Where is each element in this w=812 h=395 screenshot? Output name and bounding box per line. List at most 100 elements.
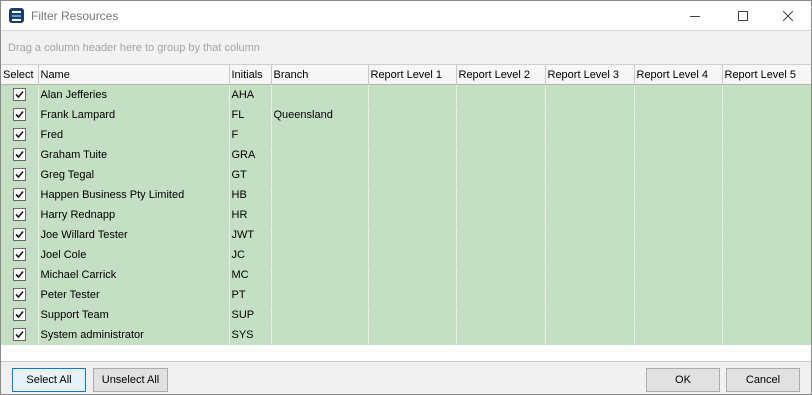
select-checkbox[interactable] [12, 267, 26, 281]
name-cell[interactable]: Fred [38, 124, 230, 145]
report-level-5-cell[interactable] [722, 284, 811, 305]
report-level-4-cell[interactable] [634, 164, 723, 185]
table-row[interactable]: Support Team SUP [1, 304, 811, 325]
column-header-report-level-3[interactable]: Report Level 3 [545, 65, 635, 85]
column-header-report-level-1[interactable]: Report Level 1 [368, 65, 457, 85]
report-level-4-cell[interactable] [634, 264, 723, 285]
column-header-report-level-2[interactable]: Report Level 2 [456, 65, 546, 85]
name-cell[interactable]: Happen Business Pty Limited [38, 184, 230, 205]
report-level-4-cell[interactable] [634, 104, 723, 125]
table-row[interactable]: Frank Lampard FL Queensland [1, 104, 811, 125]
table-row[interactable]: System administrator SYS [1, 324, 811, 345]
report-level-3-cell[interactable] [545, 184, 635, 205]
select-all-button[interactable]: Select All [12, 368, 86, 392]
select-checkbox[interactable] [12, 287, 26, 301]
report-level-2-cell[interactable] [456, 304, 546, 325]
branch-cell[interactable]: Queensland [271, 104, 369, 125]
select-checkbox[interactable] [12, 87, 26, 101]
report-level-3-cell[interactable] [545, 124, 635, 145]
initials-cell[interactable]: JWT [229, 224, 272, 245]
report-level-5-cell[interactable] [722, 144, 811, 165]
name-cell[interactable]: Graham Tuite [38, 144, 230, 165]
branch-cell[interactable] [271, 224, 369, 245]
select-checkbox[interactable] [12, 307, 26, 321]
select-checkbox[interactable] [12, 247, 26, 261]
branch-cell[interactable] [271, 204, 369, 225]
table-row[interactable]: Graham Tuite GRA [1, 144, 811, 165]
table-row[interactable]: Alan Jefferies AHA [1, 84, 811, 105]
report-level-4-cell[interactable] [634, 284, 723, 305]
report-level-1-cell[interactable] [368, 244, 457, 265]
branch-cell[interactable] [271, 164, 369, 185]
report-level-3-cell[interactable] [545, 104, 635, 125]
cancel-button[interactable]: Cancel [726, 368, 800, 392]
report-level-1-cell[interactable] [368, 284, 457, 305]
report-level-5-cell[interactable] [722, 164, 811, 185]
name-cell[interactable]: Michael Carrick [38, 264, 230, 285]
branch-cell[interactable] [271, 124, 369, 145]
report-level-2-cell[interactable] [456, 244, 546, 265]
report-level-3-cell[interactable] [545, 164, 635, 185]
name-cell[interactable]: Peter Tester [38, 284, 230, 305]
report-level-2-cell[interactable] [456, 224, 546, 245]
maximize-button[interactable] [720, 1, 766, 30]
report-level-3-cell[interactable] [545, 304, 635, 325]
table-row[interactable]: Michael Carrick MC [1, 264, 811, 285]
column-header-select[interactable]: Select [1, 65, 39, 85]
select-checkbox[interactable] [12, 207, 26, 221]
report-level-1-cell[interactable] [368, 204, 457, 225]
initials-cell[interactable]: PT [229, 284, 272, 305]
table-row[interactable]: Greg Tegal GT [1, 164, 811, 185]
report-level-5-cell[interactable] [722, 184, 811, 205]
name-cell[interactable]: Joe Willard Tester [38, 224, 230, 245]
report-level-1-cell[interactable] [368, 184, 457, 205]
report-level-1-cell[interactable] [368, 104, 457, 125]
report-level-3-cell[interactable] [545, 264, 635, 285]
report-level-1-cell[interactable] [368, 304, 457, 325]
select-checkbox[interactable] [12, 107, 26, 121]
report-level-3-cell[interactable] [545, 84, 635, 105]
report-level-2-cell[interactable] [456, 164, 546, 185]
report-level-2-cell[interactable] [456, 84, 546, 105]
name-cell[interactable]: Greg Tegal [38, 164, 230, 185]
report-level-1-cell[interactable] [368, 124, 457, 145]
report-level-4-cell[interactable] [634, 184, 723, 205]
report-level-3-cell[interactable] [545, 204, 635, 225]
table-row[interactable]: Happen Business Pty Limited HB [1, 184, 811, 205]
table-row[interactable]: Fred F [1, 124, 811, 145]
column-header-branch[interactable]: Branch [271, 65, 369, 85]
table-row[interactable]: Peter Tester PT [1, 284, 811, 305]
initials-cell[interactable]: GT [229, 164, 272, 185]
initials-cell[interactable]: GRA [229, 144, 272, 165]
report-level-3-cell[interactable] [545, 284, 635, 305]
report-level-4-cell[interactable] [634, 324, 723, 345]
report-level-4-cell[interactable] [634, 304, 723, 325]
table-row[interactable]: Joe Willard Tester JWT [1, 224, 811, 245]
initials-cell[interactable]: JC [229, 244, 272, 265]
report-level-5-cell[interactable] [722, 204, 811, 225]
close-button[interactable] [765, 1, 811, 30]
report-level-5-cell[interactable] [722, 324, 811, 345]
initials-cell[interactable]: F [229, 124, 272, 145]
report-level-2-cell[interactable] [456, 204, 546, 225]
initials-cell[interactable]: SYS [229, 324, 272, 345]
report-level-3-cell[interactable] [545, 224, 635, 245]
initials-cell[interactable]: FL [229, 104, 272, 125]
column-header-initials[interactable]: Initials [229, 65, 272, 85]
column-header-report-level-4[interactable]: Report Level 4 [634, 65, 723, 85]
report-level-2-cell[interactable] [456, 104, 546, 125]
branch-cell[interactable] [271, 304, 369, 325]
branch-cell[interactable] [271, 84, 369, 105]
select-checkbox[interactable] [12, 147, 26, 161]
name-cell[interactable]: Alan Jefferies [38, 84, 230, 105]
branch-cell[interactable] [271, 284, 369, 305]
branch-cell[interactable] [271, 324, 369, 345]
ok-button[interactable]: OK [646, 368, 720, 392]
report-level-2-cell[interactable] [456, 184, 546, 205]
report-level-4-cell[interactable] [634, 124, 723, 145]
name-cell[interactable]: Support Team [38, 304, 230, 325]
select-checkbox[interactable] [12, 127, 26, 141]
branch-cell[interactable] [271, 184, 369, 205]
report-level-1-cell[interactable] [368, 324, 457, 345]
initials-cell[interactable]: MC [229, 264, 272, 285]
